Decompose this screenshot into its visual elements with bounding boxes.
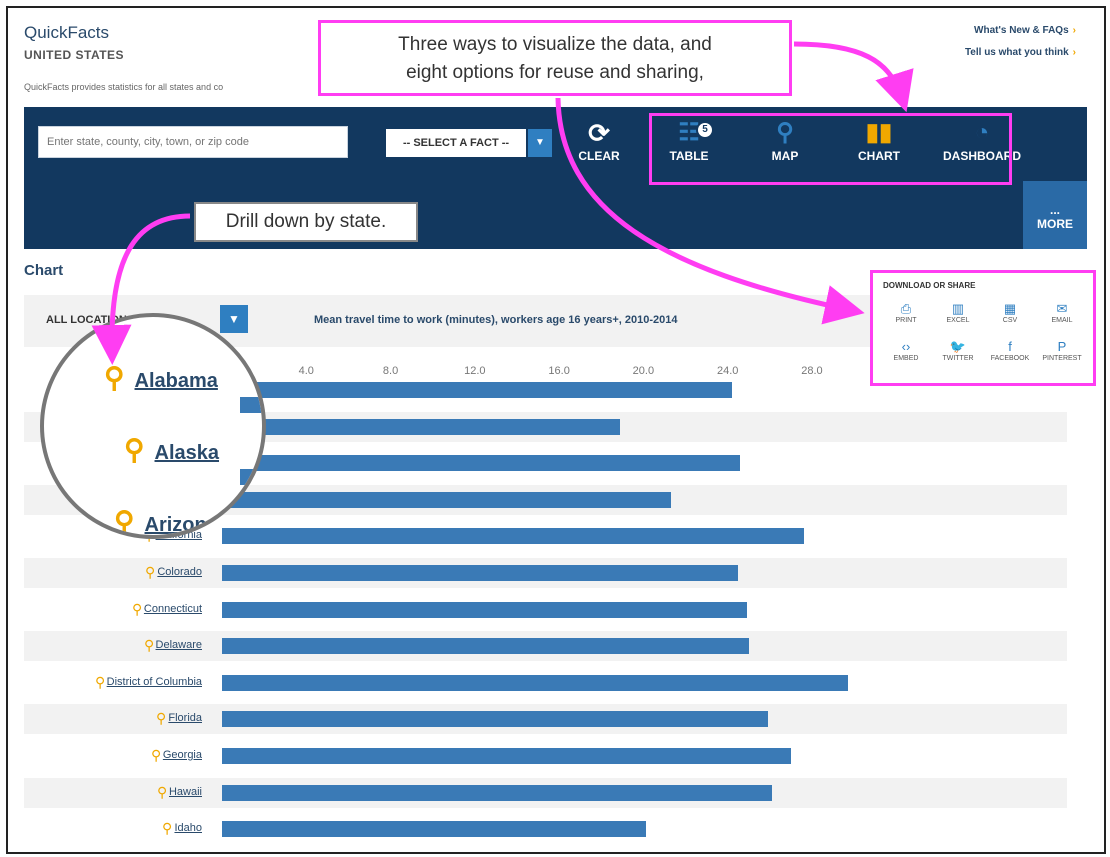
state-link[interactable]: Georgia	[163, 749, 202, 761]
page-title[interactable]: QuickFacts	[24, 23, 109, 43]
callout-line-1: Three ways to visualize the data, and	[398, 34, 712, 55]
state-link[interactable]: Idaho	[174, 822, 202, 834]
chevron-right-icon: ›	[1072, 47, 1076, 58]
zoomed-state-link[interactable]: ⚲ Alabama	[104, 361, 218, 394]
share-label: EXCEL	[946, 317, 970, 324]
data-bar[interactable]	[222, 601, 747, 618]
zoomed-state-link[interactable]: ⚲ Arizona	[114, 505, 218, 537]
description-text: QuickFacts provides statistics for all s…	[24, 82, 224, 92]
chevron-down-icon[interactable]: ▼	[220, 305, 248, 333]
share-pinterest-button[interactable]: P PINTEREST	[1039, 339, 1085, 362]
share-title: DOWNLOAD OR SHARE	[883, 281, 976, 290]
share-label: CSV	[1002, 317, 1018, 324]
share-label: EMBED	[893, 355, 919, 362]
drilldown-magnifier-icon[interactable]: ⚲	[144, 637, 154, 654]
excel-icon: ▥	[951, 301, 965, 316]
facebook-icon: f	[1008, 339, 1012, 354]
state-link[interactable]: Hawaii	[169, 786, 202, 798]
csv-icon: ▦	[1003, 301, 1017, 316]
search-input[interactable]	[38, 126, 348, 158]
data-bar[interactable]	[222, 674, 848, 691]
visualize-callout: Three ways to visualize the data, and ei…	[318, 20, 792, 96]
embed-icon: ‹›	[901, 339, 911, 354]
data-bar[interactable]	[222, 455, 741, 472]
drill-down-callout: Drill down by state.	[194, 202, 418, 242]
chart-title: Mean travel time to work (minutes), work…	[314, 314, 678, 326]
data-bar[interactable]	[222, 711, 768, 728]
data-bar[interactable]	[222, 491, 671, 508]
drilldown-magnifier-icon[interactable]: ⚲	[151, 747, 161, 764]
share-excel-button[interactable]: ▥ EXCEL	[935, 301, 981, 324]
whats-new-link[interactable]: What's New & FAQs ›	[965, 20, 1076, 42]
share-label: FACEBOOK	[990, 355, 1030, 362]
share-label: PINTEREST	[1042, 355, 1082, 362]
top-links: What's New & FAQs › Tell us what you thin…	[965, 20, 1076, 64]
state-link[interactable]: District of Columbia	[107, 676, 202, 688]
magnifier-icon: ⚲	[114, 506, 135, 537]
data-bar[interactable]	[222, 418, 621, 435]
refresh-icon: ⟳	[588, 118, 610, 148]
magnifier-icon: ⚲	[124, 434, 145, 465]
clear-label: CLEAR	[578, 149, 620, 163]
drilldown-magnifier-icon[interactable]: ⚲	[145, 564, 155, 581]
geography-label: UNITED STATES	[24, 48, 125, 62]
state-link[interactable]: Delaware	[156, 639, 202, 651]
chevron-right-icon: ›	[1072, 25, 1076, 36]
more-button[interactable]: ... MORE	[1023, 181, 1087, 249]
zoomed-bar	[240, 397, 262, 413]
x-tick-label: 12.0	[464, 365, 486, 377]
data-bar[interactable]	[222, 528, 804, 545]
share-email-button[interactable]: ✉ EMAIL	[1039, 301, 1085, 324]
share-embed-button[interactable]: ‹› EMBED	[883, 339, 929, 362]
callout-line-2: eight options for reuse and sharing,	[406, 62, 704, 83]
share-label: TWITTER	[942, 355, 974, 362]
zoomed-bar	[240, 469, 262, 485]
state-link[interactable]: Florida	[168, 712, 202, 724]
x-tick-label: 20.0	[632, 365, 655, 377]
download-share-panel: DOWNLOAD OR SHARE ⎙ PRINT ▥ EXCEL ▦ CSV ✉ EMAIL…	[870, 270, 1096, 386]
data-bar[interactable]	[222, 382, 732, 398]
drilldown-magnifier-icon[interactable]: ⚲	[162, 820, 172, 837]
select-fact-dropdown[interactable]: -- SELECT A FACT --	[386, 129, 526, 157]
share-label: EMAIL	[1051, 317, 1073, 324]
drilldown-magnifier-icon[interactable]: ⚲	[157, 784, 167, 801]
x-tick-label: 24.0	[716, 365, 739, 377]
page-frame: QuickFacts UNITED STATES QuickFacts prov…	[6, 6, 1106, 854]
data-bar[interactable]	[222, 784, 772, 801]
drilldown-magnifier-icon[interactable]: ⚲	[156, 710, 166, 727]
email-icon: ✉	[1056, 301, 1068, 316]
more-dots-icon: ...	[1049, 203, 1060, 217]
drilldown-magnifier-icon[interactable]: ⚲	[132, 601, 142, 618]
zoom-magnifier: ⚲ Alabama ⚲ Alaska ⚲ Arizona	[40, 313, 266, 539]
share-print-button[interactable]: ⎙ PRINT	[883, 301, 929, 324]
share-label: PRINT	[895, 317, 917, 324]
share-csv-button[interactable]: ▦ CSV	[987, 301, 1033, 324]
x-tick-label: 8.0	[382, 365, 399, 377]
pinterest-icon: P	[1057, 339, 1067, 354]
state-link[interactable]: Connecticut	[144, 603, 202, 615]
share-facebook-button[interactable]: f FACEBOOK	[987, 339, 1033, 362]
chevron-down-icon[interactable]: ▼	[528, 129, 552, 157]
share-twitter-button[interactable]: 🐦 TWITTER	[935, 339, 981, 362]
x-tick-label: 28.0	[801, 365, 823, 377]
data-bar[interactable]	[222, 565, 739, 581]
x-tick-label: 16.0	[548, 365, 570, 377]
data-bar[interactable]	[222, 821, 646, 838]
state-link[interactable]: Colorado	[157, 566, 202, 578]
drilldown-magnifier-icon[interactable]: ⚲	[95, 674, 105, 691]
clear-button[interactable]: ⟳ CLEAR	[554, 117, 644, 163]
data-bar[interactable]	[222, 638, 749, 655]
twitter-icon: 🐦	[949, 339, 967, 354]
feedback-link[interactable]: Tell us what you think ›	[965, 42, 1076, 64]
more-label: MORE	[1037, 217, 1073, 231]
x-tick-label: 4.0	[298, 365, 314, 377]
data-bar[interactable]	[222, 748, 791, 764]
zoomed-state-link[interactable]: ⚲ Alaska	[124, 433, 219, 466]
magnifier-icon: ⚲	[104, 362, 125, 393]
visualization-options-highlight	[649, 113, 1012, 185]
print-icon: ⎙	[900, 301, 912, 316]
chart-section-title: Chart	[24, 262, 64, 279]
